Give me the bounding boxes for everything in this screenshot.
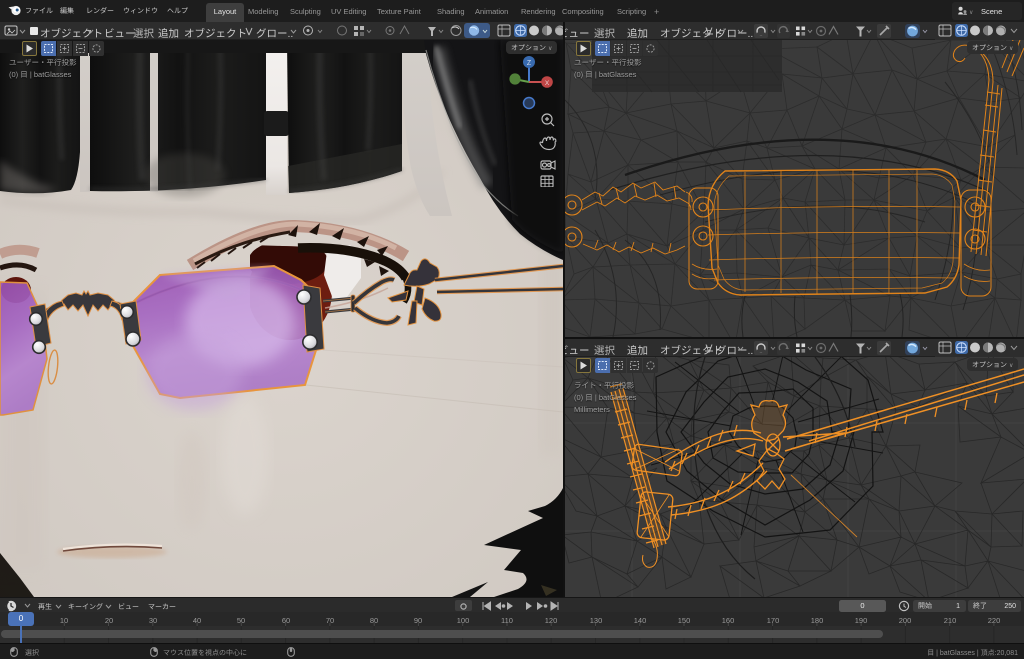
svg-text:Z: Z: [527, 58, 532, 68]
svg-text:X: X: [545, 77, 550, 87]
